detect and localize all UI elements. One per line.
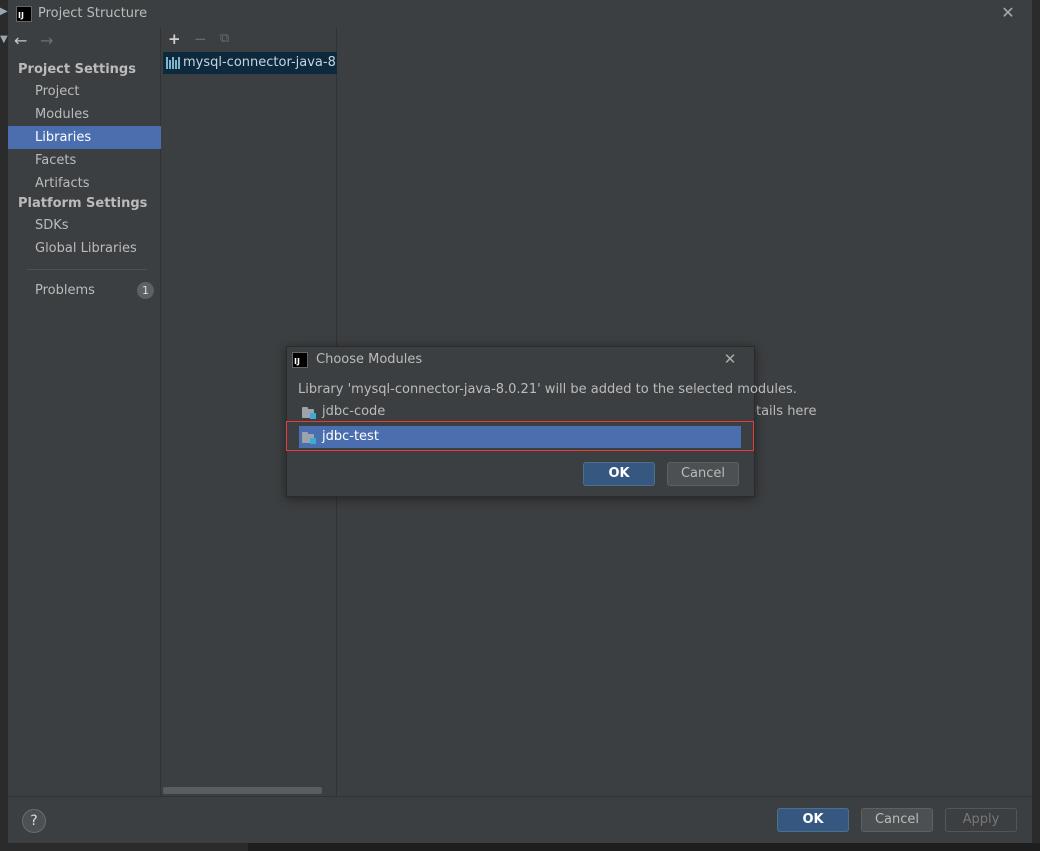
sidebar-item-modules[interactable]: Modules [8,103,161,126]
copy-icon[interactable]: ⧉ [220,31,229,47]
forward-arrow-icon[interactable]: → [40,33,53,49]
problems-count-badge: 1 [137,282,154,299]
bottom-window-edge-dark [248,843,1040,851]
sidebar-item-libraries[interactable]: Libraries [8,126,161,149]
back-arrow-icon[interactable]: ← [14,33,27,49]
help-button[interactable]: ? [22,809,46,833]
module-item-jdbc-code[interactable]: jdbc-code [299,401,741,423]
library-icon [166,56,180,69]
sidebar-item-sdks[interactable]: SDKs [8,214,161,237]
left-window-edge: ▶ ▼ [0,0,8,851]
sidebar-divider [27,269,147,270]
sidebar-item-project[interactable]: Project [8,80,161,103]
dialog-intellij-logo-icon: IJ [292,352,308,368]
library-name: mysql-connector-java-8.0.21 [183,55,337,70]
dialog-ok-button[interactable]: OK [583,462,655,486]
dialog-title: Choose Modules [316,352,423,367]
ok-button[interactable]: OK [777,808,849,832]
dialog-close-icon[interactable]: ✕ [721,350,739,368]
cancel-button[interactable]: Cancel [861,808,933,832]
close-icon[interactable]: ✕ [1000,4,1016,22]
module-folder-icon [302,432,316,444]
dialog-message: Library 'mysql-connector-java-8.0.21' wi… [298,382,797,397]
apply-button[interactable]: Apply [945,808,1017,832]
window-title: Project Structure [38,6,148,21]
intellij-logo-icon: IJ [16,6,32,22]
right-window-edge [1032,0,1040,851]
section-project-settings: Project Settings [18,62,136,77]
module-folder-icon [302,407,316,419]
dialog-cancel-button[interactable]: Cancel [667,462,739,486]
module-item-jdbc-test[interactable]: jdbc-test [299,426,741,448]
horizontal-scrollbar[interactable] [163,787,322,794]
section-platform-settings: Platform Settings [18,196,148,211]
edge-arrow-down-icon: ▼ [0,34,8,45]
sidebar-item-facets[interactable]: Facets [8,149,161,172]
sidebar-item-artifacts[interactable]: Artifacts [8,172,161,195]
details-hint-text: etails here [748,404,817,419]
remove-icon[interactable]: − [194,31,207,47]
sidebar-item-global-libraries[interactable]: Global Libraries [8,237,161,260]
title-bar [8,0,1032,28]
add-icon[interactable]: + [168,31,181,47]
edge-arrow-icon: ▶ [0,6,8,17]
logo-text: IJ [18,11,24,20]
dialog-logo-text: IJ [294,357,300,366]
